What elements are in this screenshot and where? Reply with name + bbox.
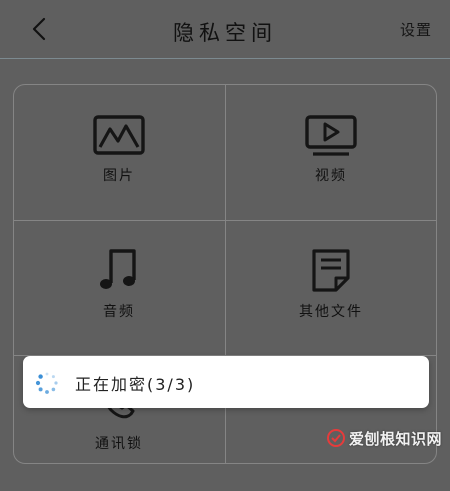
category-label: 视频 (315, 168, 347, 184)
music-note-icon (100, 249, 136, 289)
encrypting-toast: 正在加密(3/3) (23, 356, 429, 408)
category-other-files[interactable]: 其他文件 (226, 221, 436, 356)
category-label: 音频 (103, 304, 135, 320)
watermark-text: 爱刨根知识网 (348, 429, 442, 448)
video-icon (305, 115, 357, 156)
page-title: 隐私空间 (173, 21, 277, 45)
category-label: 其他文件 (299, 304, 363, 320)
toast-message: 正在加密(3/3) (75, 375, 196, 394)
category-images[interactable]: 图片 (14, 85, 224, 220)
settings-button[interactable]: 设置 (400, 19, 432, 40)
category-label: 通讯锁 (95, 436, 143, 452)
category-videos[interactable]: 视频 (226, 85, 436, 220)
category-audio[interactable]: 音频 (14, 221, 224, 356)
watermark: 爱刨根知识网 (326, 426, 442, 450)
image-icon (93, 115, 145, 155)
document-icon (312, 249, 350, 292)
header-bar: 隐私空间 设置 (0, 0, 450, 59)
category-label: 图片 (103, 168, 135, 184)
loading-spinner-icon (35, 372, 58, 394)
watermark-logo-icon (326, 429, 345, 447)
